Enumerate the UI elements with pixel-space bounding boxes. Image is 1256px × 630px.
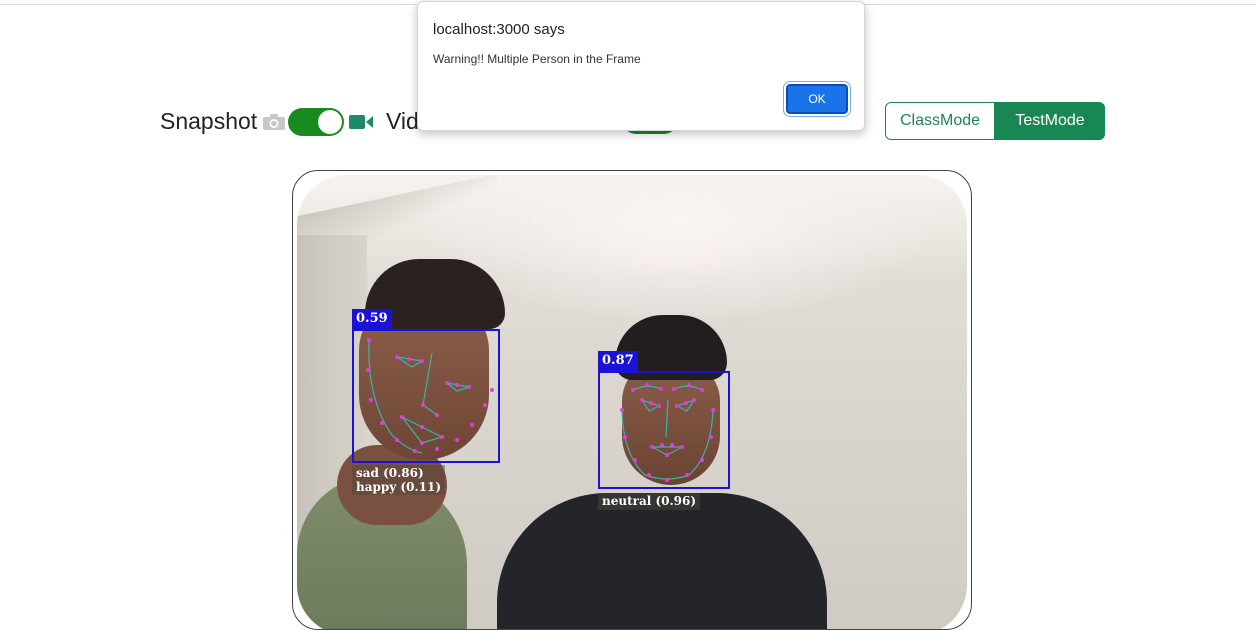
detection-score: 0.87 [598,351,638,371]
face-box [598,371,730,489]
webcam-frame: 0.59 sad (0.86) happy (0.11) 0.87 neutra… [292,170,972,630]
dialog-message: Warning!! Multiple Person in the Frame [433,52,641,66]
snapshot-label: Snapshot [160,108,258,134]
face-box [352,329,500,463]
emotion-labels: sad (0.86) happy (0.11) [352,465,446,495]
emotion-label: sad (0.86) [356,466,424,480]
alert-dialog: localhost:3000 says Warning!! Multiple P… [417,1,865,131]
ok-button[interactable]: OK [784,82,850,116]
toggle-knob [318,110,342,134]
webcam-video: 0.59 sad (0.86) happy (0.11) 0.87 neutra… [297,175,967,629]
camera-icon [263,114,285,130]
class-mode-button[interactable]: ClassMode [885,102,995,140]
dialog-title: localhost:3000 says [433,21,565,38]
video-label: Vid [386,108,419,134]
test-mode-button[interactable]: TestMode [995,102,1105,140]
snapshot-video-toggle[interactable] [288,108,344,136]
emotion-label: neutral (0.96) [598,493,701,510]
mode-button-group: ClassMode TestMode [885,102,1105,140]
emotion-label: happy (0.11) [356,480,442,494]
detection-score: 0.59 [352,309,392,329]
video-camera-icon [349,115,373,129]
